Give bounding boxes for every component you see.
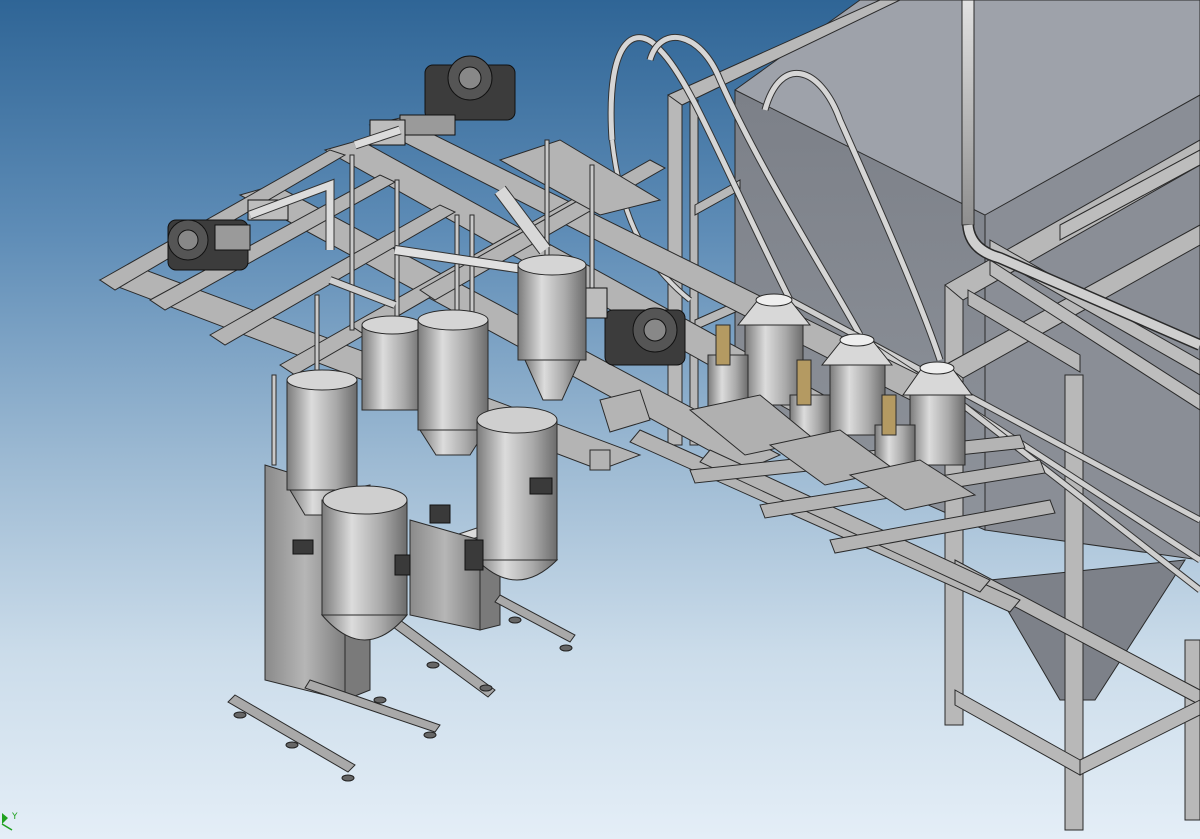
cad-assembly-model[interactable] <box>0 0 1200 839</box>
vacuum-receiver-2[interactable] <box>361 315 423 411</box>
collection-vessel-left[interactable] <box>320 485 409 641</box>
cad-viewport[interactable]: Y <box>0 0 1200 839</box>
axis-triad-icon <box>0 800 40 839</box>
triad-axis-label: Y <box>12 812 18 822</box>
